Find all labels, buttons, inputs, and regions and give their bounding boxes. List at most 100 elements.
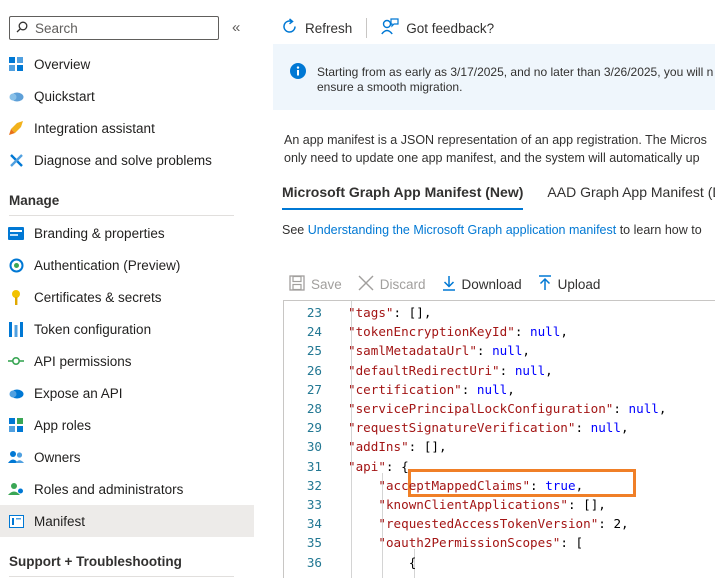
sidebar-item-certificates[interactable]: Certificates & secrets bbox=[0, 281, 254, 313]
banner-line-1: Starting from as early as 3/17/2025, and… bbox=[317, 65, 714, 79]
code-text: "tags": [], bbox=[348, 305, 431, 320]
see-prefix: See bbox=[282, 223, 308, 237]
json-punctuation: : [ bbox=[560, 535, 584, 551]
tab-microsoft-graph-manifest[interactable]: Microsoft Graph App Manifest (New) bbox=[282, 184, 524, 210]
sidebar-item-expose-api[interactable]: Expose an API bbox=[0, 377, 254, 409]
manifest-docs-link[interactable]: Understanding the Microsoft Graph applic… bbox=[308, 223, 617, 237]
line-number: 25 bbox=[306, 343, 322, 359]
json-punctuation: : bbox=[530, 477, 546, 493]
json-key: "api" bbox=[348, 458, 386, 474]
json-punctuation: : bbox=[514, 324, 530, 340]
cloud-api-icon bbox=[8, 385, 24, 401]
sidebar-item-quickstart[interactable]: Quickstart bbox=[0, 80, 254, 112]
line-number: 30 bbox=[306, 439, 322, 455]
discard-button[interactable]: Discard bbox=[358, 275, 426, 294]
discard-label: Discard bbox=[379, 277, 426, 292]
json-punctuation: : bbox=[476, 343, 493, 359]
line-number: 33 bbox=[306, 497, 322, 512]
refresh-icon bbox=[281, 18, 305, 38]
json-punctuation: , bbox=[522, 343, 531, 359]
code-text: "samlMetadataUrl": null, bbox=[348, 343, 530, 358]
command-bar: Refresh Got feedback? bbox=[273, 14, 494, 42]
sidebar-item-roles-administrators[interactable]: Roles and administrators bbox=[0, 473, 254, 505]
code-text: "oauth2PermissionScopes": [ bbox=[378, 535, 583, 550]
json-value: null bbox=[476, 381, 508, 397]
code-text: "requestedAccessTokenVersion": 2, bbox=[378, 516, 628, 531]
sidebar-item-label: Certificates & secrets bbox=[34, 289, 162, 305]
json-punctuation: , bbox=[507, 381, 515, 397]
json-value: null bbox=[628, 401, 659, 416]
upload-button[interactable]: Upload bbox=[538, 275, 600, 294]
sidebar-item-label: Quickstart bbox=[34, 88, 95, 104]
code-text: "requestSignatureVerification": null, bbox=[348, 420, 629, 435]
download-button[interactable]: Download bbox=[442, 275, 522, 294]
sidebar-item-branding[interactable]: Branding & properties bbox=[0, 217, 254, 249]
manage-section-title: Manage bbox=[9, 193, 60, 208]
sidebar-item-diagnose[interactable]: Diagnose and solve problems bbox=[0, 144, 254, 176]
json-value: null bbox=[492, 343, 523, 359]
line-number: 32 bbox=[306, 477, 322, 493]
sidebar-item-integration-assistant[interactable]: Integration assistant bbox=[0, 112, 254, 144]
line-number: 24 bbox=[306, 324, 322, 340]
json-value: null bbox=[514, 362, 546, 378]
tab-aad-graph-manifest[interactable]: AAD Graph App Manifest (D bbox=[547, 184, 715, 210]
overview-grid-icon bbox=[8, 56, 24, 72]
line-number: 28 bbox=[306, 401, 322, 416]
json-key: "acceptMappedClaims" bbox=[378, 477, 531, 493]
json-punctuation: : [], bbox=[408, 439, 447, 455]
sidebar-item-label: Token configuration bbox=[34, 321, 152, 337]
json-key: "knownClientApplications" bbox=[378, 497, 568, 512]
json-punctuation: : bbox=[575, 420, 591, 436]
code-text: { bbox=[409, 555, 417, 570]
download-icon bbox=[442, 275, 462, 294]
save-button[interactable]: Save bbox=[289, 275, 342, 294]
sidebar-item-authentication[interactable]: Authentication (Preview) bbox=[0, 249, 254, 281]
owners-icon bbox=[8, 449, 24, 465]
search-box[interactable]: Search bbox=[9, 16, 219, 40]
sidebar-item-label: Branding & properties bbox=[34, 225, 165, 241]
sidebar-item-overview[interactable]: Overview bbox=[0, 48, 254, 80]
json-punctuation: , bbox=[545, 362, 553, 378]
info-icon bbox=[290, 63, 306, 82]
feedback-button[interactable]: Got feedback? bbox=[381, 18, 494, 38]
sidebar-item-label: Owners bbox=[34, 449, 81, 465]
left-navigation: Search « Overview Quickstart Integration… bbox=[0, 0, 262, 578]
json-key: "oauth2PermissionScopes" bbox=[378, 535, 561, 551]
json-punctuation: : bbox=[613, 401, 629, 416]
line-number: 34 bbox=[306, 516, 322, 532]
sidebar-item-api-permissions[interactable]: API permissions bbox=[0, 345, 254, 377]
sidebar-item-token-configuration[interactable]: Token configuration bbox=[0, 313, 254, 345]
authentication-icon bbox=[8, 257, 24, 273]
branding-icon bbox=[8, 225, 24, 241]
sidebar-item-app-roles[interactable]: App roles bbox=[0, 409, 254, 441]
json-punctuation: : { bbox=[385, 458, 409, 474]
line-number: 26 bbox=[306, 362, 322, 378]
json-punctuation: , bbox=[560, 324, 568, 340]
close-icon bbox=[358, 275, 380, 294]
code-text: "certification": null, bbox=[348, 382, 515, 397]
save-label: Save bbox=[311, 277, 342, 292]
roles-admin-icon bbox=[8, 481, 24, 497]
json-punctuation: , bbox=[621, 516, 629, 532]
app-roles-icon bbox=[8, 417, 24, 433]
download-label: Download bbox=[461, 277, 522, 292]
json-value: null bbox=[590, 420, 621, 436]
search-placeholder: Search bbox=[35, 20, 78, 36]
json-punctuation: : bbox=[598, 516, 614, 532]
refresh-button[interactable]: Refresh bbox=[281, 18, 352, 38]
main-content: Refresh Got feedback? Starting from as e… bbox=[273, 0, 715, 578]
collapse-sidebar-button[interactable]: « bbox=[232, 19, 240, 36]
manifest-code-editor[interactable]: 23 "tags": [], 24 "tokenEncryptionKeyId": n… bbox=[283, 300, 715, 578]
sidebar-item-owners[interactable]: Owners bbox=[0, 441, 254, 473]
line-number: 31 bbox=[306, 458, 322, 474]
json-key: "tokenEncryptionKeyId" bbox=[348, 324, 515, 340]
json-punctuation: , bbox=[575, 477, 584, 493]
sidebar-item-label: App roles bbox=[34, 417, 92, 433]
json-punctuation: : [], bbox=[567, 497, 606, 512]
banner-line-2: ensure a smooth migration. bbox=[317, 80, 463, 94]
save-icon bbox=[289, 275, 311, 294]
json-number: 2 bbox=[613, 516, 622, 532]
sidebar-item-manifest[interactable]: Manifest bbox=[0, 505, 254, 537]
refresh-label: Refresh bbox=[305, 20, 353, 36]
sidebar-item-label: Integration assistant bbox=[34, 120, 155, 136]
